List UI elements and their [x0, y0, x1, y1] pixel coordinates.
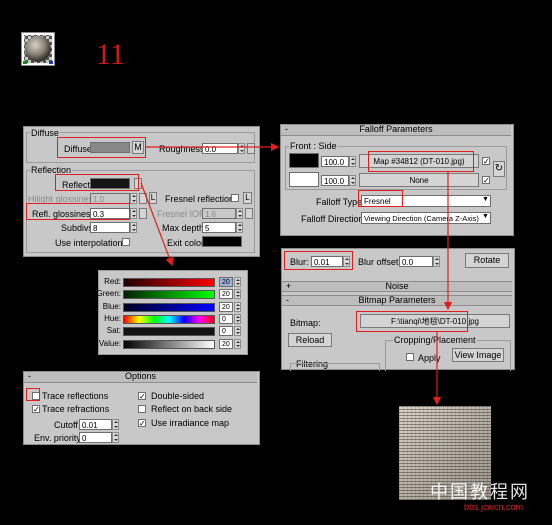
annotation-arrows	[140, 142, 453, 406]
watermark-cn: 中国教程网	[430, 482, 530, 503]
watermark-url: bbs.jcwcn.com	[464, 502, 524, 512]
